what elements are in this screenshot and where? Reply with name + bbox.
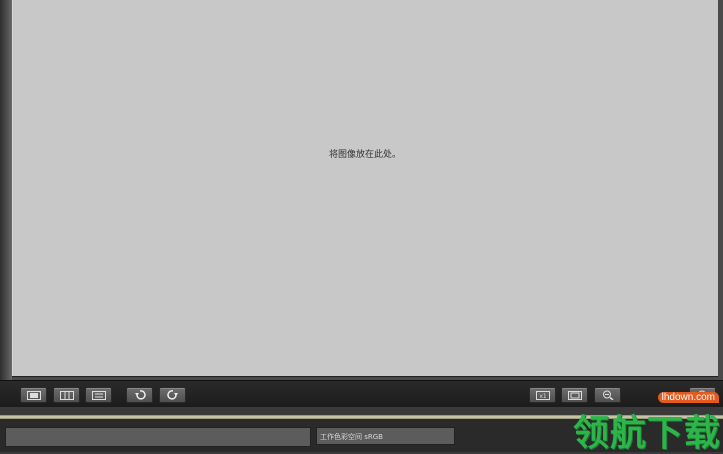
rotate-right-button[interactable]: [159, 387, 186, 403]
actual-size-icon: x1: [535, 390, 550, 400]
fit-to-window-button[interactable]: [561, 387, 588, 403]
rotate-right-icon: [166, 390, 178, 400]
zoom-out-icon: [602, 390, 613, 400]
list-view-icon: [91, 390, 106, 400]
rotate-left-button[interactable]: [126, 387, 153, 403]
split-view-icon: [59, 390, 74, 400]
image-drop-canvas[interactable]: 将图像放在此处。: [12, 0, 718, 376]
status-message-field: [5, 427, 311, 447]
status-bar: 工作色彩空间 sRGB: [0, 419, 723, 452]
frame-left-edge: [0, 0, 12, 384]
drop-hint-text: 将图像放在此处。: [328, 150, 401, 160]
split-view-button[interactable]: [53, 387, 80, 403]
zoom-in-button[interactable]: [689, 387, 716, 403]
list-view-button[interactable]: [85, 387, 112, 403]
viewer-frame: 将图像放在此处。: [0, 0, 723, 384]
svg-text:x1: x1: [539, 393, 547, 400]
zoom-in-icon: [697, 390, 708, 400]
zoom-out-button[interactable]: [594, 387, 621, 403]
actual-size-button[interactable]: x1: [529, 387, 556, 403]
color-space-label: 工作色彩空间 sRGB: [316, 427, 455, 445]
view-toolbar: x1: [0, 380, 723, 407]
fit-to-window-icon: [567, 390, 582, 400]
filmstrip-view-icon: [26, 390, 41, 400]
rotate-left-icon: [134, 390, 146, 400]
filmstrip-view-button[interactable]: [20, 387, 47, 403]
